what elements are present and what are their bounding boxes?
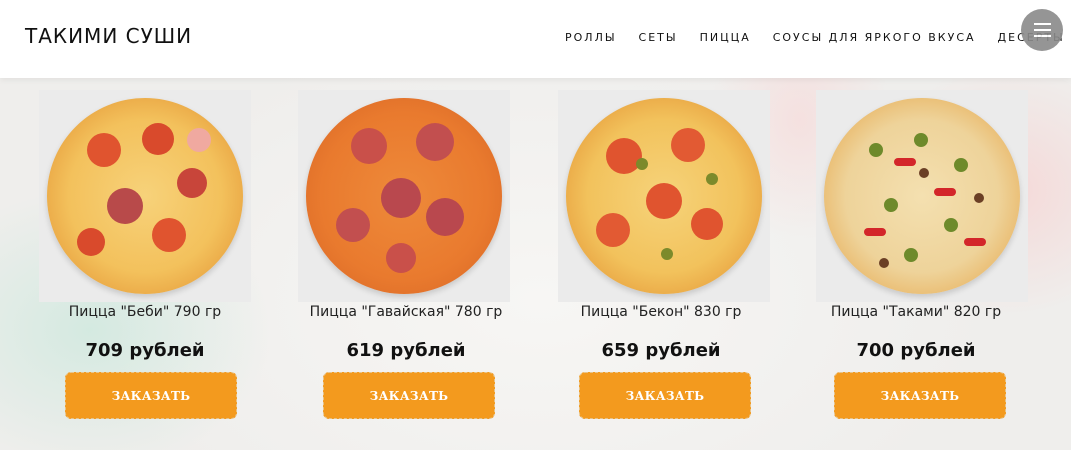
nav-item-pizza[interactable]: ПИЦЦА [700, 31, 751, 44]
nav-item-rolls[interactable]: РОЛЛЫ [565, 31, 617, 44]
product-grid: Пицца "Беби" 790 гр 709 рублей ЗАКАЗАТЬ … [0, 90, 1071, 450]
order-button[interactable]: ЗАКАЗАТЬ [65, 372, 237, 419]
nav-item-sets[interactable]: СЕТЫ [639, 31, 678, 44]
product-price: 619 рублей [346, 340, 466, 361]
order-button[interactable]: ЗАКАЗАТЬ [579, 372, 751, 419]
product-title: Пицца "Беби" 790 гр [68, 304, 222, 320]
product-title: Пицца "Таками" 820 гр [830, 304, 1002, 320]
site-logo[interactable]: ТАКИМИ СУШИ [25, 24, 192, 48]
order-button[interactable]: ЗАКАЗАТЬ [323, 372, 495, 419]
product-image[interactable] [39, 90, 251, 302]
product-image[interactable] [816, 90, 1028, 302]
main-nav: РОЛЛЫ СЕТЫ ПИЦЦА СОУСЫ ДЛЯ ЯРКОГО ВКУСА … [565, 31, 1071, 44]
product-price: 709 рублей [85, 340, 205, 361]
nav-item-sauces[interactable]: СОУСЫ ДЛЯ ЯРКОГО ВКУСА [773, 31, 976, 44]
site-header: ТАКИМИ СУШИ РОЛЛЫ СЕТЫ ПИЦЦА СОУСЫ ДЛЯ Я… [0, 0, 1071, 78]
order-button[interactable]: ЗАКАЗАТЬ [834, 372, 1006, 419]
product-image[interactable] [298, 90, 510, 302]
product-price: 659 рублей [601, 340, 721, 361]
product-price: 700 рублей [856, 340, 976, 361]
product-title: Пицца "Гавайская" 780 гр [309, 304, 503, 320]
product-title: Пицца "Бекон" 830 гр [580, 304, 742, 320]
hamburger-icon[interactable] [1021, 9, 1063, 51]
product-image[interactable] [558, 90, 770, 302]
